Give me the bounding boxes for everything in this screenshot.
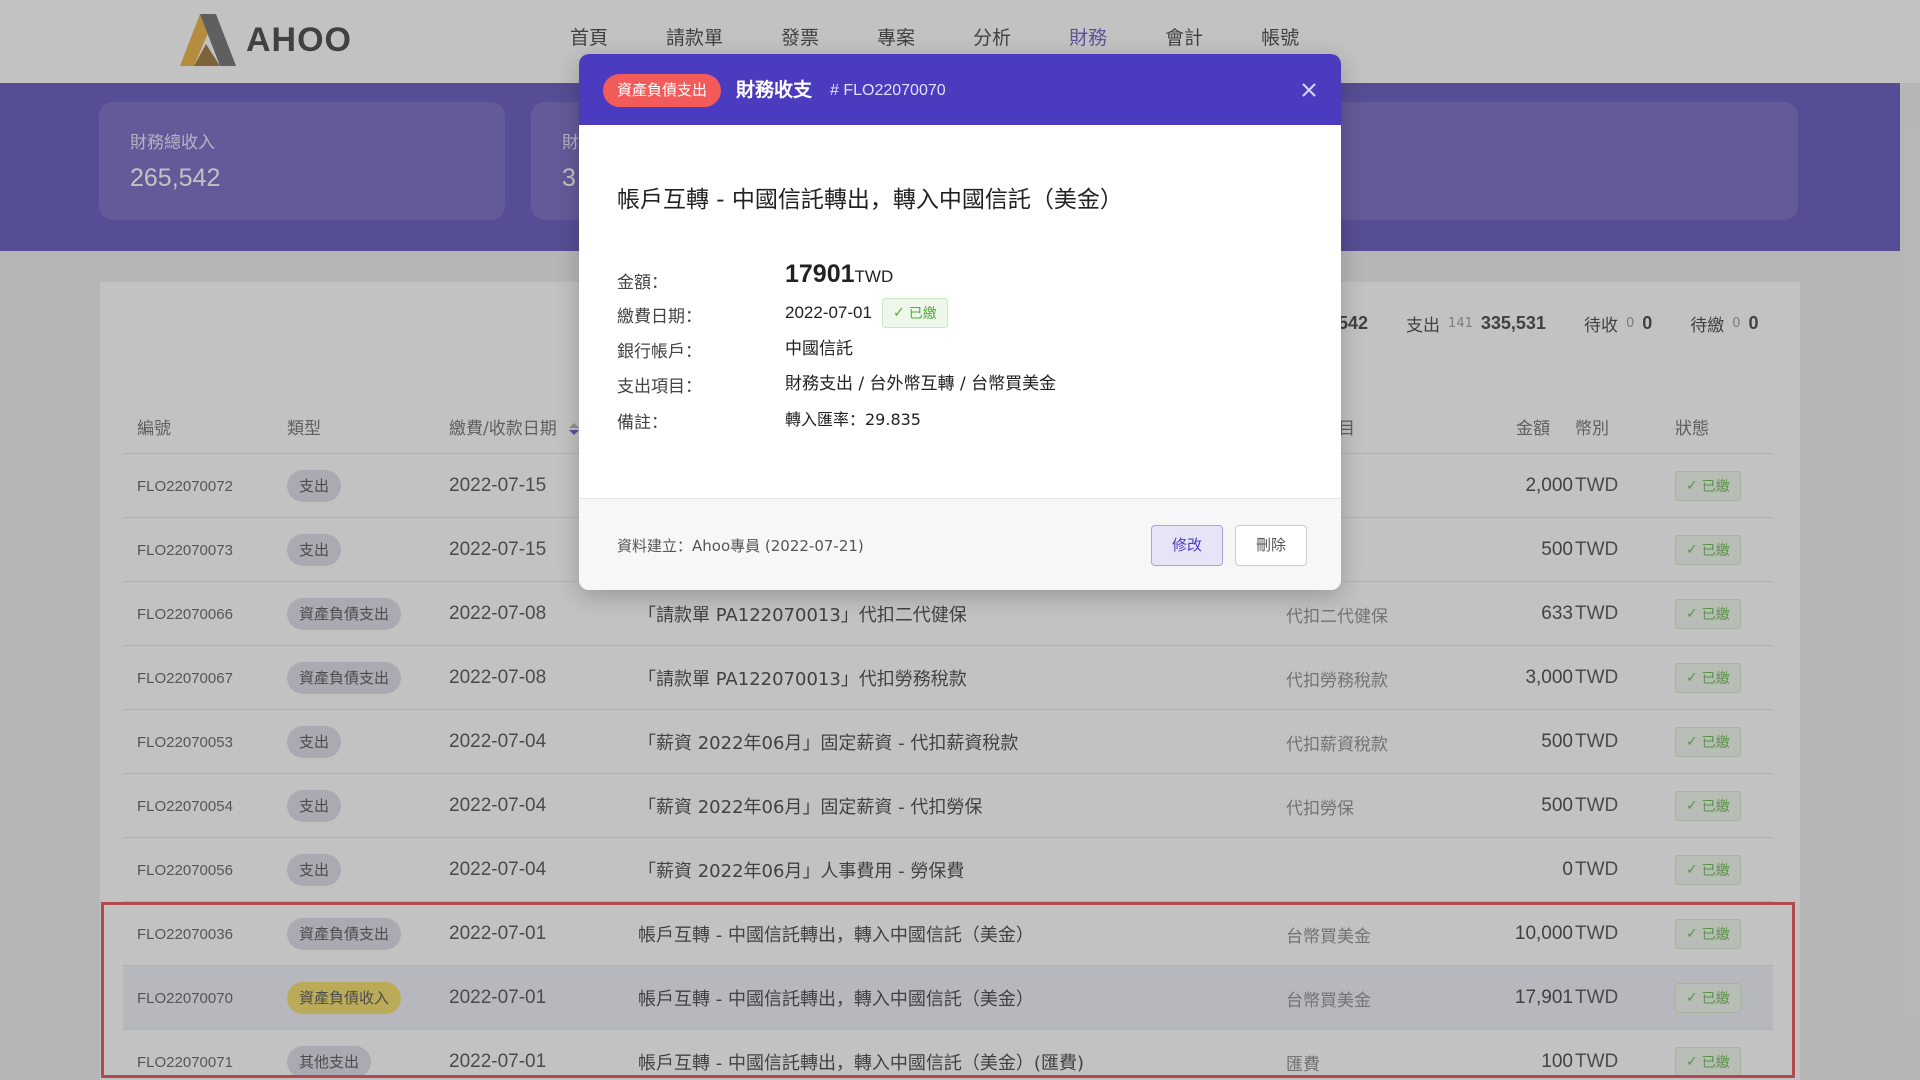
created-info: 資料建立：Ahoo專員 (2022-07-21) [617, 537, 864, 555]
date-value-group: 2022-07-01 ✓ 已繳 [785, 298, 948, 328]
modal-footer: 資料建立：Ahoo專員 (2022-07-21) 修改 刪除 [579, 498, 1341, 590]
modal-heading: 帳戶互轉 - 中國信託轉出，轉入中國信託（美金） [617, 187, 1123, 213]
note-value: 轉入匯率：29.835 [785, 410, 921, 429]
amount-currency: TWD [854, 267, 894, 286]
close-icon[interactable] [1297, 78, 1321, 102]
date-label: 繳費日期： [617, 307, 702, 327]
modal-type-badge: 資產負債支出 [603, 74, 722, 107]
item-value: 財務支出 / 台外幣互轉 / 台幣買美金 [785, 374, 1057, 394]
bank-value: 中國信託 [785, 339, 853, 359]
item-label: 支出項目： [617, 377, 702, 397]
modal-record-number: # FLO22070070 [830, 82, 946, 99]
finance-detail-modal: 資產負債支出 財務收支 # FLO22070070 帳戶互轉 - 中國信託轉出，… [579, 54, 1341, 590]
edit-button[interactable]: 修改 [1151, 525, 1224, 566]
amount-label: 金額： [617, 273, 668, 293]
bank-label: 銀行帳戶： [617, 342, 702, 362]
delete-button[interactable]: 刪除 [1235, 525, 1308, 566]
paid-status-text: 已繳 [908, 306, 937, 322]
check-icon: ✓ [892, 305, 905, 321]
paid-status-badge: ✓ 已繳 [881, 298, 948, 328]
modal-header: 資產負債支出 財務收支 # FLO22070070 [579, 54, 1341, 125]
date-value: 2022-07-01 [785, 303, 872, 322]
amount-value: 17901TWD [785, 260, 893, 289]
amount-number: 17901 [785, 260, 855, 288]
modal-title: 財務收支 [736, 79, 813, 101]
note-label: 備註： [617, 413, 668, 433]
